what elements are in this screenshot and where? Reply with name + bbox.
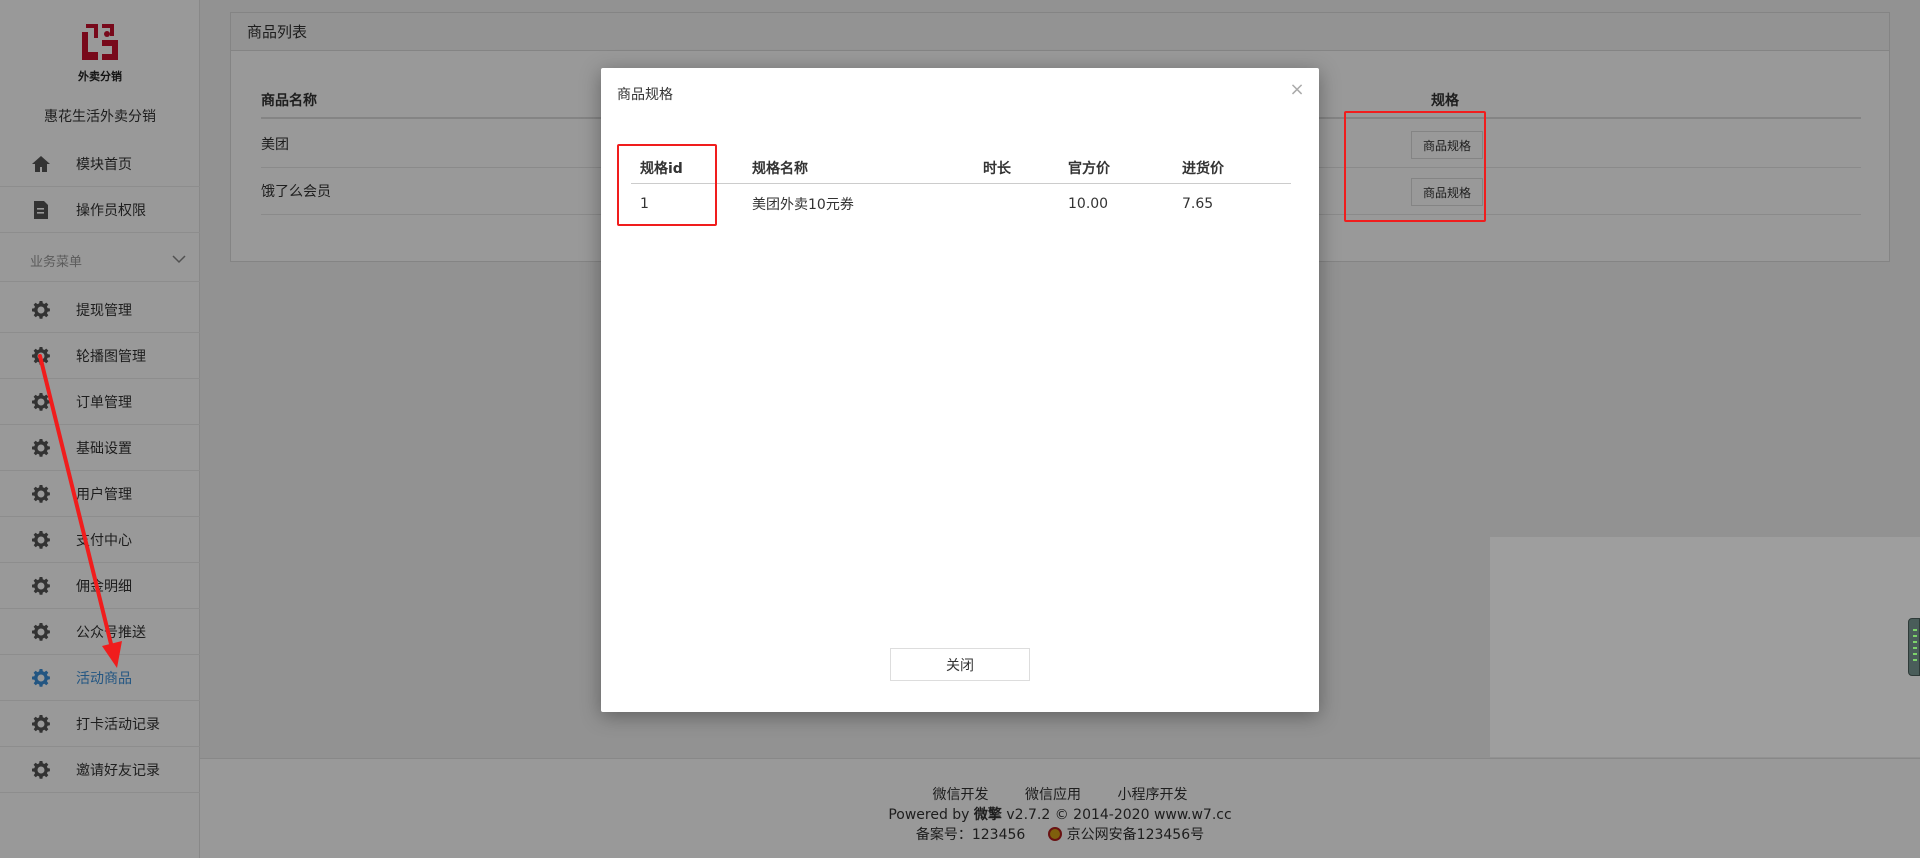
spec-modal: 商品规格 × 规格id 规格名称 时长 官方价 进货价 1 美团外卖10元券 1… [601, 68, 1319, 712]
column-header-purchase-price: 进货价 [1182, 160, 1224, 177]
column-header-official-price: 官方价 [1068, 160, 1110, 177]
annotation-box-spec-id [617, 144, 717, 226]
spec-name: 美团外卖10元券 [752, 197, 854, 213]
close-button[interactable]: 关闭 [890, 648, 1030, 681]
column-header-duration: 时长 [983, 160, 1011, 177]
close-icon[interactable]: × [1289, 81, 1305, 99]
column-header-spec-name: 规格名称 [752, 160, 808, 177]
table-row: 1 美团外卖10元券 10.00 7.65 [631, 186, 1291, 222]
spec-official-price: 10.00 [1068, 196, 1109, 212]
modal-title: 商品规格 [617, 87, 673, 103]
spec-purchase-price: 7.65 [1182, 196, 1214, 212]
table-header: 规格id 规格名称 时长 官方价 进货价 [631, 152, 1291, 184]
